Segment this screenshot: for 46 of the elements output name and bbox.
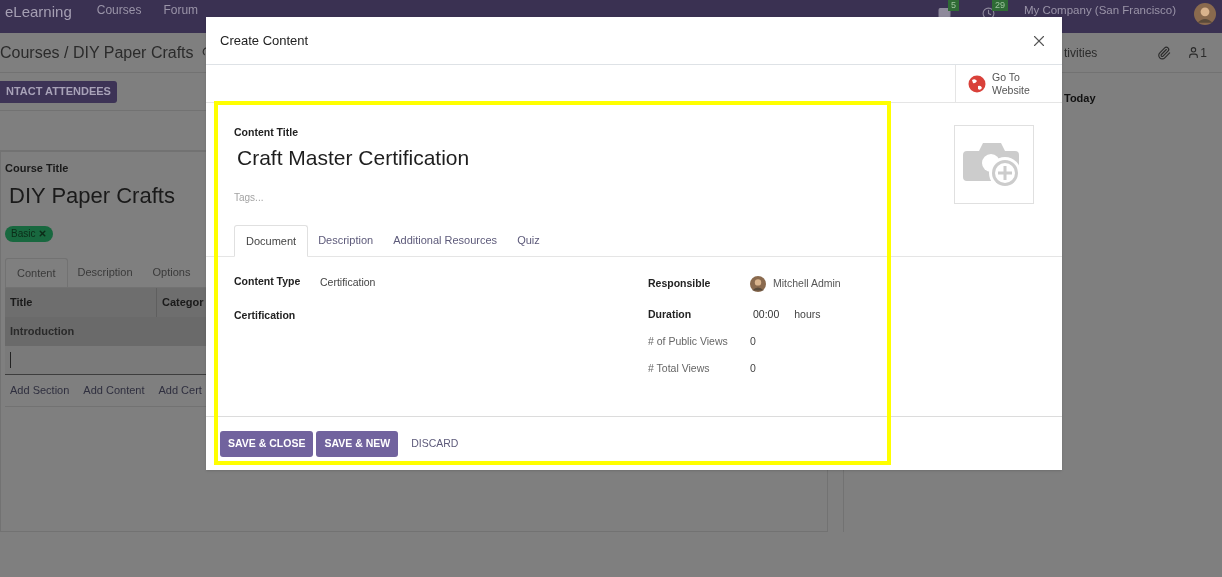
menu-item[interactable]: Forum: [152, 1, 210, 19]
dialog-tab[interactable]: Quiz: [507, 225, 550, 256]
field-value: 0: [750, 360, 756, 376]
activity-count: 29: [991, 0, 1008, 11]
field-label: # Total Views: [648, 360, 711, 376]
field-label: Course Title: [5, 161, 70, 176]
dialog-button[interactable]: DISCARD: [401, 430, 469, 457]
column-header: Categor: [161, 295, 204, 311]
globe-icon: [968, 74, 986, 93]
user-avatar: [1194, 3, 1216, 25]
chat-icon[interactable]: [937, 7, 951, 20]
dialog-title: Create Content: [220, 31, 309, 50]
field-value: 0: [750, 333, 756, 349]
dialog-tab[interactable]: Description: [308, 225, 384, 256]
user-avatar: [750, 275, 766, 292]
add-link[interactable]: Add Cert: [158, 382, 202, 399]
person-icon: [1187, 46, 1201, 59]
field-label: # of Public Views: [648, 333, 729, 349]
field-label: Responsible: [648, 275, 712, 291]
go-to-website-button[interactable]: Go To Website: [955, 65, 1062, 102]
dialog-button[interactable]: SAVE & CLOSE: [220, 430, 314, 457]
form-tab[interactable]: Options: [142, 257, 201, 287]
paperclip-icon[interactable]: [1157, 45, 1172, 60]
field-value[interactable]: Mitchell Admin: [773, 275, 841, 292]
breadcrumb[interactable]: Courses / DIY Paper Crafts: [0, 40, 194, 65]
field-label: Content Type: [234, 273, 302, 289]
content-title-field[interactable]: Craft Master Certification: [237, 141, 954, 174]
dialog-tab[interactable]: Document: [234, 225, 309, 257]
app-name[interactable]: eLearning: [0, 1, 86, 24]
followers-button[interactable]: 1: [1187, 43, 1208, 62]
contact-attendees-button[interactable]: NTACT ATTENDEES: [0, 80, 117, 103]
message-count: 5: [947, 0, 959, 11]
dialog-tab[interactable]: Additional Resources: [383, 225, 508, 256]
add-link[interactable]: Add Content: [83, 382, 145, 399]
course-title: DIY Paper Crafts: [9, 181, 175, 210]
field-label: Content Title: [234, 125, 299, 140]
form-tab[interactable]: Content: [5, 257, 68, 287]
company-switcher[interactable]: My Company (San Francisco): [1023, 2, 1176, 20]
clock-icon[interactable]: [981, 7, 995, 20]
day-header: Today: [1064, 91, 1096, 106]
tags-field[interactable]: Tags...: [234, 190, 264, 206]
dialog-button[interactable]: SAVE & NEW: [316, 430, 399, 457]
menu-item[interactable]: Courses: [85, 1, 153, 19]
field-value[interactable]: Certification: [320, 274, 376, 291]
form-tab[interactable]: Description: [67, 257, 143, 287]
add-link[interactable]: Add Section: [10, 382, 70, 399]
